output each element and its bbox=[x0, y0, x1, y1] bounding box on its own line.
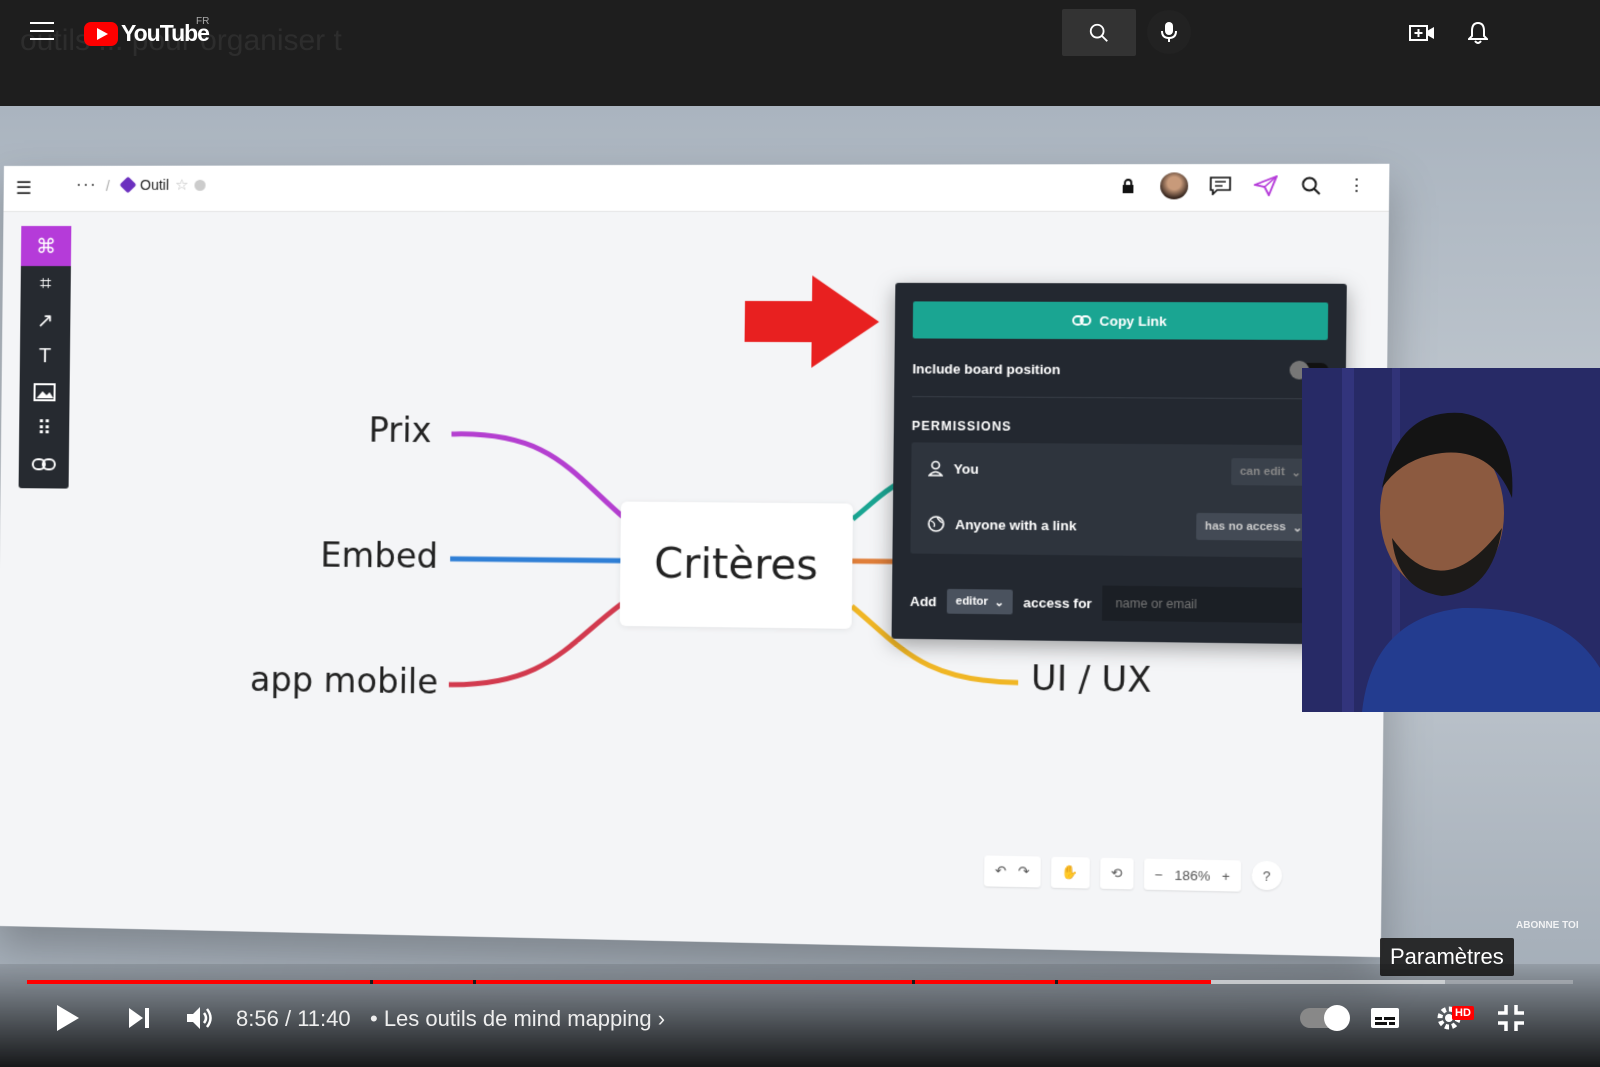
play-icon bbox=[57, 1005, 79, 1031]
skip-next-icon bbox=[129, 1008, 149, 1028]
presenter-camera bbox=[1302, 368, 1600, 712]
redo-icon[interactable]: ↷ bbox=[1018, 863, 1030, 880]
you-label: You bbox=[953, 460, 979, 477]
youtube-logo[interactable]: YouTube FR bbox=[84, 16, 210, 47]
copy-link-button[interactable]: Copy Link bbox=[912, 301, 1329, 341]
exit-fullscreen-button[interactable] bbox=[1494, 998, 1528, 1038]
presenter-figure bbox=[1302, 368, 1600, 712]
help-button[interactable]: ? bbox=[1251, 860, 1282, 891]
you-role-value: can edit bbox=[1239, 465, 1285, 479]
undo-icon[interactable]: ↶ bbox=[995, 863, 1007, 880]
zoom-group: − 186% + bbox=[1143, 858, 1241, 892]
chapter-title[interactable]: • Les outils de mind mapping › bbox=[370, 1006, 665, 1032]
zoom-level[interactable]: 186% bbox=[1174, 867, 1210, 883]
chapter-marker bbox=[473, 980, 476, 984]
chapter-marker bbox=[370, 980, 373, 984]
panel-divider bbox=[912, 396, 1328, 400]
play-button[interactable] bbox=[50, 998, 86, 1038]
zoom-in-icon[interactable]: + bbox=[1222, 868, 1230, 884]
time-separator: / bbox=[284, 1006, 292, 1031]
subtitles-button[interactable] bbox=[1368, 998, 1402, 1038]
create-video-button[interactable] bbox=[1407, 18, 1437, 48]
search-icon bbox=[1089, 23, 1108, 42]
subscribe-watermark[interactable]: ABONNE TOI bbox=[1516, 920, 1579, 931]
next-button[interactable] bbox=[124, 998, 154, 1038]
connector-prix bbox=[451, 434, 624, 517]
youtube-page: outils ... pour organiser t YouTube FR ☰… bbox=[0, 0, 1600, 1067]
add-label: Add bbox=[909, 593, 937, 609]
chevron-down-icon: ⌄ bbox=[994, 596, 1005, 609]
connector-app-mobile bbox=[449, 601, 622, 687]
video-add-icon bbox=[1409, 25, 1434, 41]
hand-tool-icon[interactable]: ✋ bbox=[1050, 856, 1090, 889]
time-display: 8:56 / 11:40 bbox=[236, 1006, 351, 1032]
canvas-bottom-controls: ↶ ↷ ✋ ⟲ − 186% + ? bbox=[984, 855, 1282, 892]
permission-row-anyone: Anyone with a link bbox=[927, 508, 1077, 540]
connector-teal bbox=[853, 483, 899, 519]
email-input[interactable] bbox=[1102, 585, 1331, 624]
duration: 11:40 bbox=[297, 1006, 351, 1031]
access-for-label: access for bbox=[1023, 594, 1093, 611]
link-icon bbox=[1072, 315, 1091, 325]
volume-icon bbox=[187, 1007, 212, 1029]
video-frame[interactable]: ☰ ··· / Outil ☆ ⋮ ⌘ ⌗ ↗ T ⠿ Prix Embed a… bbox=[0, 106, 1600, 1067]
subtitles-icon bbox=[1371, 1008, 1399, 1028]
player-controls: 8:56 / 11:40 • Les outils de mind mappin… bbox=[0, 964, 1600, 1067]
chapter-marker bbox=[1055, 980, 1058, 984]
copy-link-label: Copy Link bbox=[1099, 312, 1167, 329]
permission-row-you: You bbox=[928, 453, 979, 484]
exit-fullscreen-icon bbox=[1498, 1005, 1524, 1031]
you-role-select[interactable]: can edit ⌄ bbox=[1231, 458, 1311, 486]
chevron-down-icon: ⌄ bbox=[1291, 466, 1302, 479]
hd-badge: HD bbox=[1452, 1006, 1474, 1020]
volume-button[interactable] bbox=[184, 998, 216, 1038]
node-embed[interactable]: Embed bbox=[320, 535, 438, 576]
red-pointer-arrow-icon bbox=[744, 275, 880, 369]
chevron-down-icon: ⌄ bbox=[1292, 521, 1303, 535]
menu-icon[interactable] bbox=[30, 22, 54, 42]
progress-played bbox=[27, 980, 1212, 984]
country-code: FR bbox=[196, 16, 210, 27]
history-icon[interactable]: ⟲ bbox=[1099, 857, 1134, 890]
whiteboard-app-window: ☰ ··· / Outil ☆ ⋮ ⌘ ⌗ ↗ T ⠿ Prix Embed a… bbox=[0, 163, 1390, 958]
undo-redo-group[interactable]: ↶ ↷ bbox=[984, 855, 1041, 888]
permissions-list: You can edit ⌄ Anyone with a link has no… bbox=[910, 442, 1329, 558]
youtube-play-logo-icon bbox=[84, 21, 118, 46]
add-role-value: editor bbox=[955, 595, 989, 608]
anyone-role-select[interactable]: has no access ⌄ bbox=[1196, 512, 1312, 542]
youtube-top-bar: outils ... pour organiser t YouTube FR bbox=[0, 0, 1600, 106]
node-prix[interactable]: Prix bbox=[368, 410, 431, 450]
autoplay-toggle[interactable] bbox=[1300, 1005, 1350, 1031]
user-icon bbox=[928, 460, 943, 477]
connector-embed bbox=[450, 559, 622, 561]
current-time: 8:56 bbox=[236, 1006, 279, 1031]
add-role-select[interactable]: editor ⌄ bbox=[947, 588, 1013, 615]
node-app-mobile[interactable]: app mobile bbox=[250, 660, 439, 702]
progress-bar[interactable] bbox=[27, 980, 1573, 984]
zoom-out-icon[interactable]: − bbox=[1155, 867, 1163, 883]
permissions-heading: PERMISSIONS bbox=[911, 418, 1012, 434]
add-access-row: Add editor ⌄ access for bbox=[909, 583, 1331, 624]
anyone-role-value: has no access bbox=[1204, 520, 1287, 534]
share-panel: Copy Link Include board position PERMISS… bbox=[891, 282, 1347, 645]
globe-icon bbox=[928, 516, 945, 533]
microphone-icon bbox=[1161, 22, 1177, 42]
include-board-position-label: Include board position bbox=[912, 361, 1061, 378]
bell-icon bbox=[1468, 21, 1488, 44]
chapter-marker bbox=[912, 980, 915, 984]
notifications-button[interactable] bbox=[1463, 18, 1493, 48]
node-ui-ux[interactable]: UI / UX bbox=[1031, 658, 1152, 700]
anyone-label: Anyone with a link bbox=[955, 516, 1077, 533]
search-button[interactable] bbox=[1062, 9, 1136, 56]
node-center[interactable]: Critères bbox=[619, 501, 853, 629]
voice-search-button[interactable] bbox=[1147, 10, 1191, 54]
